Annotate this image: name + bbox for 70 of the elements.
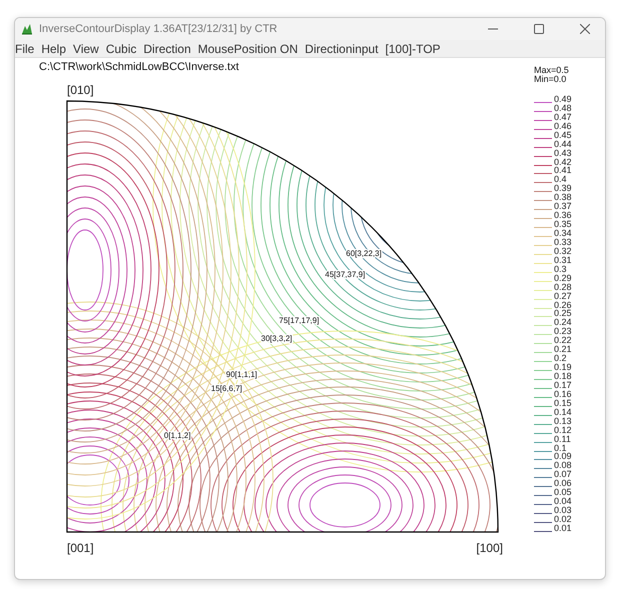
legend-label: 0.39	[554, 184, 572, 194]
maximize-icon	[534, 24, 544, 34]
legend-label: 0.38	[554, 193, 572, 202]
direction-label: [010]	[67, 83, 94, 97]
legend-label: 0.09	[554, 452, 572, 462]
legend-label: 0.07	[554, 470, 572, 480]
direction-label: [001]	[67, 541, 94, 555]
legend-label: 0.33	[554, 238, 572, 247]
menu-item[interactable]: MousePosition ON	[198, 42, 298, 56]
legend-label: 0.25	[554, 309, 572, 318]
legend-label: 0.3	[554, 264, 567, 274]
legend-label: 0.12	[554, 426, 572, 435]
legend-label: 0.08	[554, 461, 572, 470]
legend-label: 0.46	[554, 122, 572, 131]
legend-label: 0.44	[554, 140, 572, 149]
legend-label: 0.37	[554, 202, 572, 212]
legend-label: 0.11	[554, 434, 571, 444]
menu-item[interactable]: [100]-TOP	[385, 42, 440, 56]
legend-label: 0.02	[554, 515, 572, 524]
legend-label: 0.16	[554, 390, 572, 399]
legend-label: 0.35	[554, 220, 572, 230]
contour-annotation: 30[3,3,2]	[261, 334, 292, 343]
legend-label: 0.41	[554, 166, 572, 176]
legend-label: 0.15	[554, 398, 572, 408]
max-value: Max=0.5	[534, 66, 570, 75]
legend-label: 0.26	[554, 300, 572, 310]
legend-label: 0.13	[554, 416, 572, 426]
legend-label: 0.1	[554, 444, 567, 452]
legend-label: 0.42	[554, 158, 572, 166]
legend-label: 0.43	[554, 148, 572, 158]
legend-label: 0.23	[554, 327, 572, 336]
menu-item[interactable]: Cubic	[106, 42, 137, 56]
legend-label: 0.47	[554, 112, 572, 122]
legend-label: 0.49	[554, 94, 572, 104]
contour-annotation: 90[1,1,1]	[226, 370, 258, 379]
legend-label: 0.2	[554, 354, 567, 364]
menu-item[interactable]: File	[15, 42, 34, 56]
close-icon	[580, 24, 590, 34]
app-icon	[21, 23, 33, 35]
legend-label: 0.19	[554, 363, 572, 372]
legend-label: 0.05	[554, 488, 572, 498]
legend-label: 0.36	[554, 211, 572, 220]
legend-label: 0.24	[554, 318, 572, 328]
menu-item[interactable]: Help	[41, 42, 66, 56]
window-title: InverseContourDisplay 1.36AT[23/12/31] by CTR	[39, 23, 278, 35]
legend-label: 0.4	[554, 175, 567, 184]
legend-label: 0.34	[554, 229, 572, 238]
menu-item[interactable]: Directioninput	[304, 42, 378, 56]
legend-label: 0.48	[554, 104, 572, 113]
legend-label: 0.04	[554, 497, 572, 506]
legend-label: 0.14	[554, 408, 572, 417]
legend-label: 0.29	[554, 274, 572, 283]
legend-label: 0.45	[554, 130, 572, 140]
file-path: C:\CTR\work\SchmidLowBCC\Inverse.txt	[38, 60, 240, 75]
direction-label: [100]	[476, 541, 503, 555]
contour-annotation: 15[6,6,7]	[211, 384, 242, 393]
legend-label: 0.22	[554, 336, 572, 346]
legend-label: 0.17	[554, 380, 572, 390]
legend-label: 0.03	[554, 506, 572, 516]
menu-item[interactable]: Direction	[144, 42, 191, 56]
legend-label: 0.01	[554, 524, 572, 533]
legend-label: 0.28	[554, 282, 572, 292]
min-value: Min=0.0	[534, 75, 568, 84]
legend-label: 0.27	[554, 292, 572, 301]
legend-label: 0.32	[554, 246, 572, 256]
legend-label: 0.31	[554, 256, 572, 265]
legend-label: 0.18	[554, 372, 572, 381]
legend-label: 0.06	[554, 479, 572, 488]
menu-item[interactable]: View	[73, 42, 99, 56]
legend-label: 0.21	[554, 345, 572, 354]
